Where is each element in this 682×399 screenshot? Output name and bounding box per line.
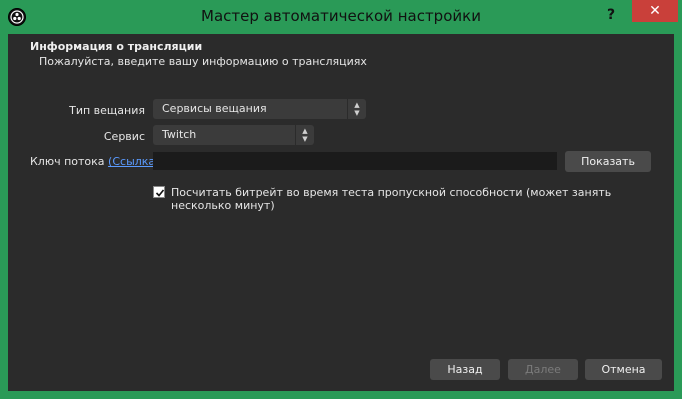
- spin-arrows-icon: ▲ ▼: [347, 99, 366, 119]
- close-button[interactable]: ✕: [632, 0, 678, 22]
- stream-key-input[interactable]: [153, 152, 557, 170]
- show-key-button[interactable]: Показать: [565, 151, 651, 172]
- title-bar[interactable]: Мастер автоматической настройки ? ✕: [0, 0, 682, 34]
- next-button[interactable]: Далее: [508, 359, 578, 380]
- back-button[interactable]: Назад: [430, 359, 500, 380]
- service-label: Сервис: [103, 130, 145, 143]
- window-title: Мастер автоматической настройки: [201, 7, 481, 25]
- stream-type-label: Тип вещания: [69, 104, 145, 117]
- bitrate-checkbox-label[interactable]: Посчитать битрейт во время теста пропуск…: [171, 186, 674, 212]
- spin-arrows-icon: ▲ ▼: [295, 125, 314, 145]
- stream-type-value: Сервисы вещания: [162, 102, 267, 115]
- stream-key-label: Ключ потока: [30, 155, 105, 168]
- stream-type-select[interactable]: Сервисы вещания ▲ ▼: [153, 99, 366, 119]
- help-button[interactable]: ?: [602, 6, 620, 24]
- cancel-button[interactable]: Отмена: [585, 359, 662, 380]
- auto-config-wizard-window: Мастер автоматической настройки ? ✕ Инфо…: [0, 0, 682, 399]
- section-subtitle: Пожалуйста, введите вашу информацию о тр…: [39, 55, 367, 68]
- bitrate-checkbox[interactable]: [153, 186, 165, 198]
- stream-key-link[interactable]: (Ссылка): [108, 155, 159, 168]
- service-select[interactable]: Twitch ▲ ▼: [153, 125, 314, 145]
- section-title: Информация о трансляции: [30, 40, 203, 53]
- service-value: Twitch: [162, 128, 197, 141]
- stream-key-label-row: Ключ потока (Ссылка): [30, 155, 159, 168]
- wizard-content: Информация о трансляции Пожалуйста, введ…: [8, 34, 674, 391]
